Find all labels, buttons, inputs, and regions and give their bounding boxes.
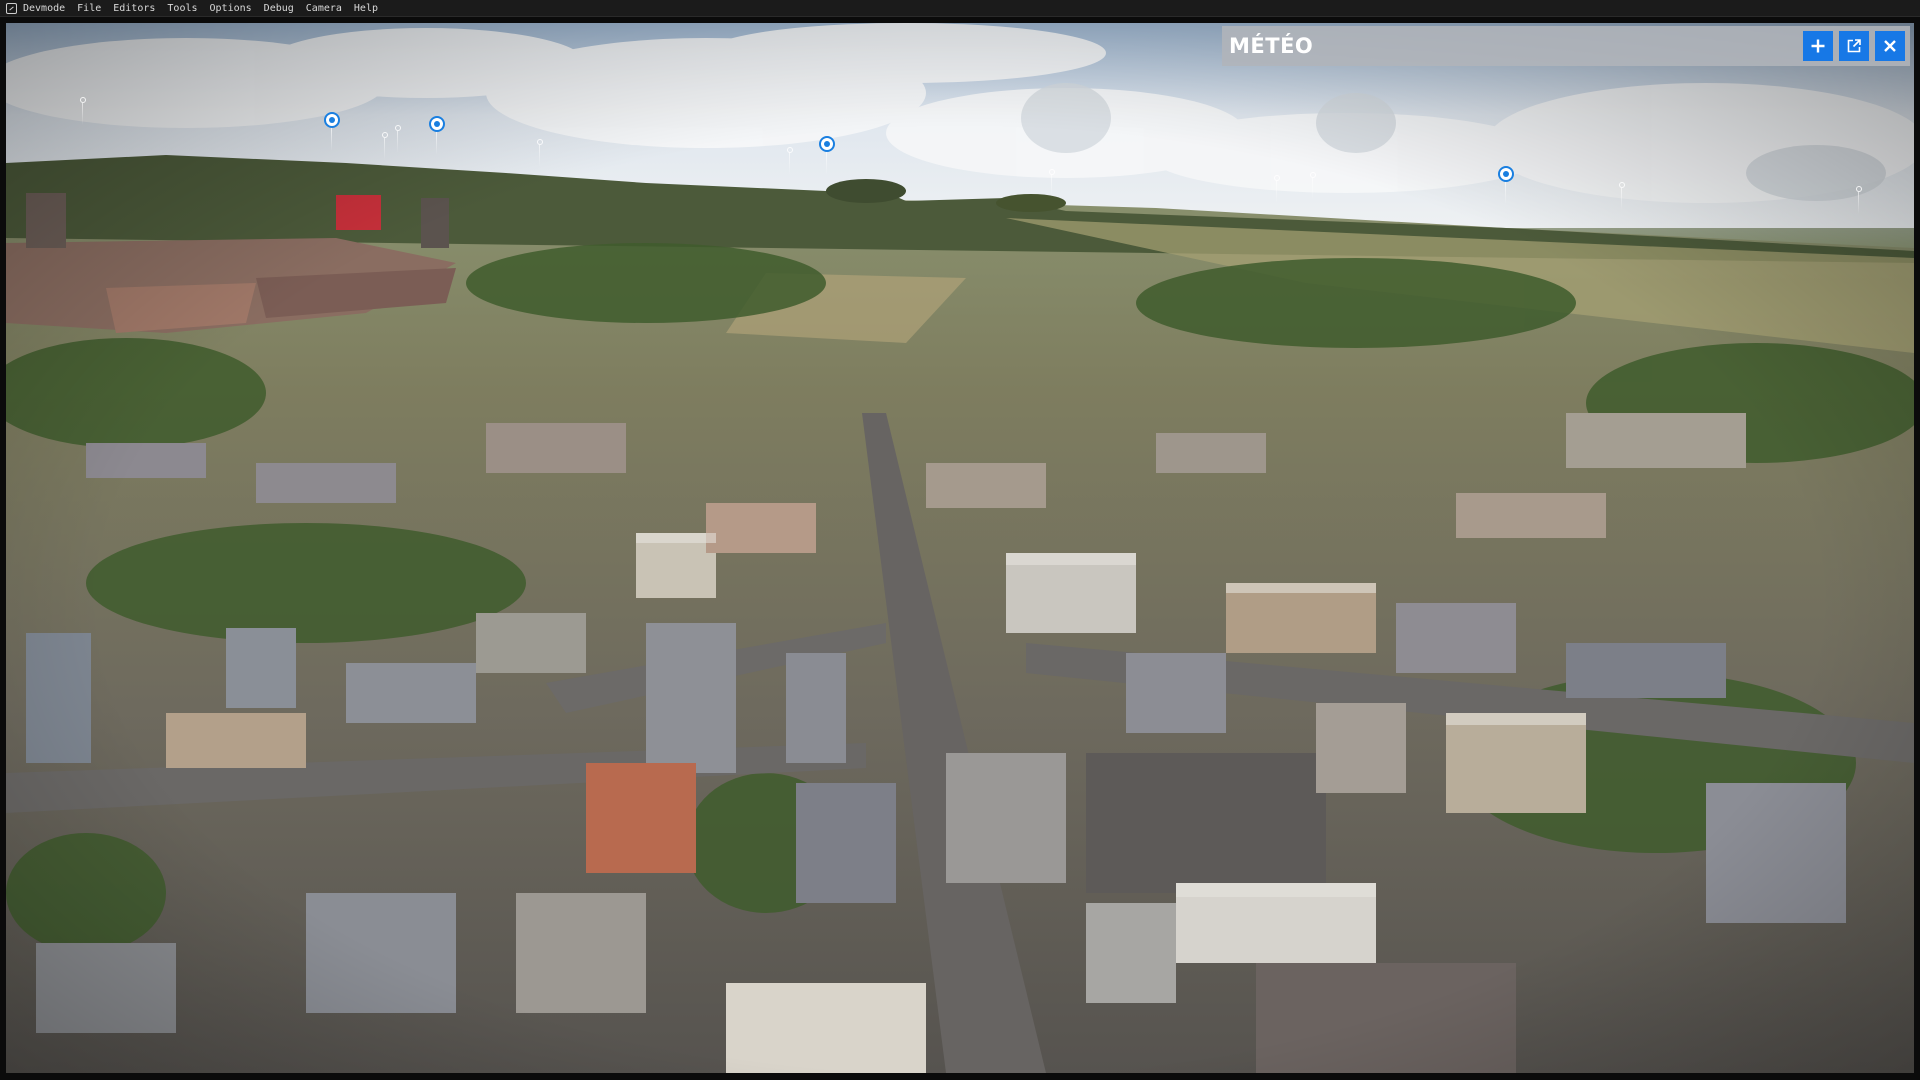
marker-dot-icon[interactable]	[787, 147, 793, 175]
menu-bar: Devmode File Editors Tools Options Debug…	[0, 0, 1920, 17]
weather-panel-title: MÉTÉO	[1229, 34, 1314, 58]
marker-dot-icon[interactable]	[1619, 182, 1625, 210]
marker-dot-icon[interactable]	[1310, 172, 1316, 200]
location-pin-icon[interactable]	[1498, 166, 1514, 206]
menu-editors[interactable]: Editors	[107, 0, 161, 17]
close-icon	[1884, 40, 1896, 52]
weather-panel: MÉTÉO	[1222, 26, 1910, 66]
location-pin-icon[interactable]	[324, 112, 340, 152]
devmode-logo-icon	[6, 2, 17, 14]
marker-dot-icon[interactable]	[1049, 169, 1055, 197]
location-pin-icon[interactable]	[819, 136, 835, 176]
menu-file[interactable]: File	[71, 0, 107, 17]
menu-tools[interactable]: Tools	[161, 0, 203, 17]
menu-camera[interactable]: Camera	[300, 0, 348, 17]
marker-dot-icon[interactable]	[395, 125, 401, 153]
menu-options[interactable]: Options	[204, 0, 258, 17]
menu-app-name[interactable]: Devmode	[21, 0, 71, 17]
menu-debug[interactable]: Debug	[258, 0, 300, 17]
add-button[interactable]	[1803, 31, 1833, 61]
marker-dot-icon[interactable]	[1274, 175, 1280, 203]
undock-button[interactable]	[1839, 31, 1869, 61]
marker-dot-icon[interactable]	[80, 97, 86, 125]
marker-dot-icon[interactable]	[1856, 186, 1862, 214]
location-pin-icon[interactable]	[429, 116, 445, 156]
marker-dot-icon[interactable]	[537, 139, 543, 167]
menu-help[interactable]: Help	[348, 0, 384, 17]
marker-dot-icon[interactable]	[382, 132, 388, 160]
map-viewport[interactable]	[6, 23, 1914, 1073]
external-window-icon	[1847, 39, 1861, 53]
close-button[interactable]	[1875, 31, 1905, 61]
aerial-city-scene	[6, 23, 1914, 1073]
plus-icon	[1811, 39, 1825, 53]
